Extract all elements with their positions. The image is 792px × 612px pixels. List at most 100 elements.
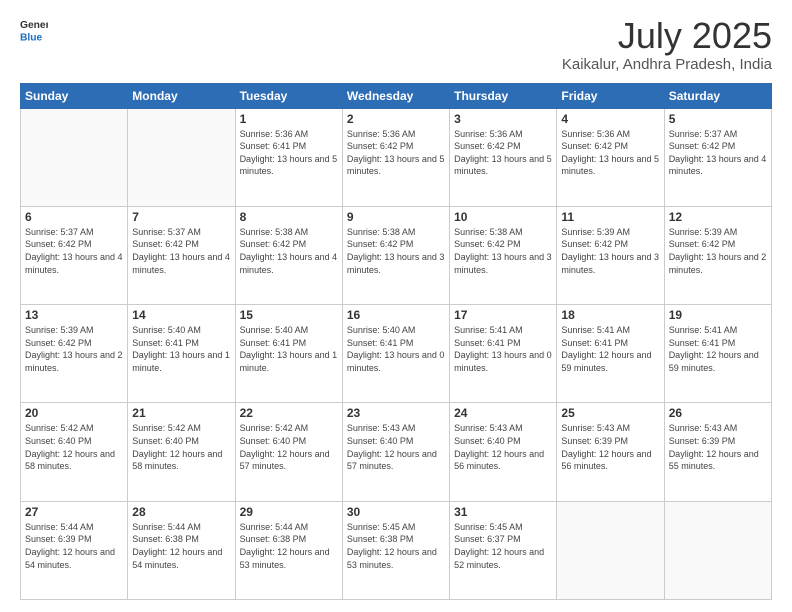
page: General Blue July 2025 Kaikalur, Andhra … bbox=[0, 0, 792, 612]
col-thursday: Thursday bbox=[450, 83, 557, 108]
day-info: Sunrise: 5:36 AMSunset: 6:42 PMDaylight:… bbox=[561, 128, 659, 178]
day-info: Sunrise: 5:39 AMSunset: 6:42 PMDaylight:… bbox=[669, 226, 767, 276]
day-number: 12 bbox=[669, 210, 767, 224]
table-row: 18Sunrise: 5:41 AMSunset: 6:41 PMDayligh… bbox=[557, 305, 664, 403]
day-number: 17 bbox=[454, 308, 552, 322]
day-info: Sunrise: 5:43 AMSunset: 6:39 PMDaylight:… bbox=[669, 422, 767, 472]
day-number: 14 bbox=[132, 308, 230, 322]
table-row: 29 Sunrise: 5:44 AMSunset: 6:38 PMDayligh… bbox=[235, 501, 342, 599]
day-number: 24 bbox=[454, 406, 552, 420]
day-info: Sunrise: 5:44 AMSunset: 6:39 PMDaylight:… bbox=[25, 521, 123, 571]
day-info: Sunrise: 5:43 AMSunset: 6:39 PMDaylight:… bbox=[561, 422, 659, 472]
day-info: Sunrise: 5:42 AMSunset: 6:40 PMDaylight:… bbox=[132, 422, 230, 472]
calendar-week-row: 1 Sunrise: 5:36 AMSunset: 6:41 PMDaylight… bbox=[21, 108, 772, 206]
day-info: Sunrise: 5:43 AMSunset: 6:40 PMDaylight:… bbox=[347, 422, 445, 472]
day-number: 28 bbox=[132, 505, 230, 519]
table-row: 17 Sunrise: 5:41 AMSunset: 6:41 PMDayligh… bbox=[450, 305, 557, 403]
day-info: Sunrise: 5:45 AMSunset: 6:38 PMDaylight:… bbox=[347, 521, 445, 571]
day-number: 19 bbox=[669, 308, 767, 322]
day-info: Sunrise: 5:44 AMSunset: 6:38 PMDaylight:… bbox=[240, 521, 338, 571]
day-number: 29 bbox=[240, 505, 338, 519]
table-row: 24 Sunrise: 5:43 AMSunset: 6:40 PMDayligh… bbox=[450, 403, 557, 501]
col-tuesday: Tuesday bbox=[235, 83, 342, 108]
calendar-header-row: Sunday Monday Tuesday Wednesday Thursday… bbox=[21, 83, 772, 108]
day-number: 2 bbox=[347, 112, 445, 126]
logo: General Blue bbox=[20, 16, 48, 44]
day-number: 5 bbox=[669, 112, 767, 126]
svg-text:Blue: Blue bbox=[20, 32, 43, 43]
table-row: 30 Sunrise: 5:45 AMSunset: 6:38 PMDayligh… bbox=[342, 501, 449, 599]
table-row bbox=[21, 108, 128, 206]
table-row: 13Sunrise: 5:39 AMSunset: 6:42 PMDayligh… bbox=[21, 305, 128, 403]
day-number: 4 bbox=[561, 112, 659, 126]
table-row: 9Sunrise: 5:38 AMSunset: 6:42 PMDaylight… bbox=[342, 206, 449, 304]
table-row bbox=[128, 108, 235, 206]
day-info: Sunrise: 5:36 AMSunset: 6:41 PMDaylight:… bbox=[240, 128, 338, 178]
day-info: Sunrise: 5:45 AMSunset: 6:37 PMDaylight:… bbox=[454, 521, 552, 571]
day-info: Sunrise: 5:36 AMSunset: 6:42 PMDaylight:… bbox=[347, 128, 445, 178]
table-row: 2 Sunrise: 5:36 AMSunset: 6:42 PMDaylight… bbox=[342, 108, 449, 206]
table-row: 5 Sunrise: 5:37 AMSunset: 6:42 PMDaylight… bbox=[664, 108, 771, 206]
title-block: July 2025 Kaikalur, Andhra Pradesh, Indi… bbox=[562, 16, 772, 73]
day-number: 9 bbox=[347, 210, 445, 224]
table-row: 21 Sunrise: 5:42 AMSunset: 6:40 PMDayligh… bbox=[128, 403, 235, 501]
day-number: 7 bbox=[132, 210, 230, 224]
table-row: 8Sunrise: 5:38 AMSunset: 6:42 PMDaylight… bbox=[235, 206, 342, 304]
col-sunday: Sunday bbox=[21, 83, 128, 108]
table-row: 20 Sunrise: 5:42 AMSunset: 6:40 PMDayligh… bbox=[21, 403, 128, 501]
day-number: 13 bbox=[25, 308, 123, 322]
day-info: Sunrise: 5:43 AMSunset: 6:40 PMDaylight:… bbox=[454, 422, 552, 472]
table-row: 14 Sunrise: 5:40 AMSunset: 6:41 PMDayligh… bbox=[128, 305, 235, 403]
day-number: 3 bbox=[454, 112, 552, 126]
day-number: 11 bbox=[561, 210, 659, 224]
day-info: Sunrise: 5:37 AMSunset: 6:42 PMDaylight:… bbox=[132, 226, 230, 276]
day-number: 16 bbox=[347, 308, 445, 322]
table-row: 25 Sunrise: 5:43 AMSunset: 6:39 PMDayligh… bbox=[557, 403, 664, 501]
table-row: 11 Sunrise: 5:39 AMSunset: 6:42 PMDayligh… bbox=[557, 206, 664, 304]
day-number: 6 bbox=[25, 210, 123, 224]
day-number: 26 bbox=[669, 406, 767, 420]
day-info: Sunrise: 5:44 AMSunset: 6:38 PMDaylight:… bbox=[132, 521, 230, 571]
table-row: 1 Sunrise: 5:36 AMSunset: 6:41 PMDaylight… bbox=[235, 108, 342, 206]
day-number: 10 bbox=[454, 210, 552, 224]
svg-text:General: General bbox=[20, 20, 48, 31]
table-row: 27 Sunrise: 5:44 AMSunset: 6:39 PMDayligh… bbox=[21, 501, 128, 599]
logo-icon: General Blue bbox=[20, 16, 48, 44]
col-friday: Friday bbox=[557, 83, 664, 108]
day-number: 25 bbox=[561, 406, 659, 420]
table-row bbox=[557, 501, 664, 599]
table-row: 12 Sunrise: 5:39 AMSunset: 6:42 PMDayligh… bbox=[664, 206, 771, 304]
table-row: 3 Sunrise: 5:36 AMSunset: 6:42 PMDaylight… bbox=[450, 108, 557, 206]
day-info: Sunrise: 5:41 AMSunset: 6:41 PMDaylight:… bbox=[454, 324, 552, 374]
subtitle: Kaikalur, Andhra Pradesh, India bbox=[562, 56, 772, 73]
day-number: 18 bbox=[561, 308, 659, 322]
day-number: 23 bbox=[347, 406, 445, 420]
day-number: 21 bbox=[132, 406, 230, 420]
calendar-week-row: 6 Sunrise: 5:37 AMSunset: 6:42 PMDaylight… bbox=[21, 206, 772, 304]
day-info: Sunrise: 5:41 AMSunset: 6:41 PMDaylight:… bbox=[669, 324, 767, 374]
day-info: Sunrise: 5:40 AMSunset: 6:41 PMDaylight:… bbox=[132, 324, 230, 374]
header: General Blue July 2025 Kaikalur, Andhra … bbox=[20, 16, 772, 73]
day-info: Sunrise: 5:37 AMSunset: 6:42 PMDaylight:… bbox=[669, 128, 767, 178]
table-row: 4 Sunrise: 5:36 AMSunset: 6:42 PMDaylight… bbox=[557, 108, 664, 206]
day-number: 27 bbox=[25, 505, 123, 519]
main-title: July 2025 bbox=[562, 16, 772, 56]
calendar-table: Sunday Monday Tuesday Wednesday Thursday… bbox=[20, 83, 772, 600]
table-row: 26 Sunrise: 5:43 AMSunset: 6:39 PMDayligh… bbox=[664, 403, 771, 501]
day-info: Sunrise: 5:39 AMSunset: 6:42 PMDaylight:… bbox=[561, 226, 659, 276]
day-info: Sunrise: 5:42 AMSunset: 6:40 PMDaylight:… bbox=[25, 422, 123, 472]
day-number: 1 bbox=[240, 112, 338, 126]
table-row: 28 Sunrise: 5:44 AMSunset: 6:38 PMDayligh… bbox=[128, 501, 235, 599]
day-number: 20 bbox=[25, 406, 123, 420]
col-saturday: Saturday bbox=[664, 83, 771, 108]
calendar-week-row: 27 Sunrise: 5:44 AMSunset: 6:39 PMDayligh… bbox=[21, 501, 772, 599]
day-info: Sunrise: 5:36 AMSunset: 6:42 PMDaylight:… bbox=[454, 128, 552, 178]
day-info: Sunrise: 5:40 AMSunset: 6:41 PMDaylight:… bbox=[347, 324, 445, 374]
table-row: 7 Sunrise: 5:37 AMSunset: 6:42 PMDaylight… bbox=[128, 206, 235, 304]
day-number: 22 bbox=[240, 406, 338, 420]
table-row: 19 Sunrise: 5:41 AMSunset: 6:41 PMDayligh… bbox=[664, 305, 771, 403]
table-row: 31Sunrise: 5:45 AMSunset: 6:37 PMDayligh… bbox=[450, 501, 557, 599]
day-number: 15 bbox=[240, 308, 338, 322]
col-wednesday: Wednesday bbox=[342, 83, 449, 108]
day-number: 30 bbox=[347, 505, 445, 519]
